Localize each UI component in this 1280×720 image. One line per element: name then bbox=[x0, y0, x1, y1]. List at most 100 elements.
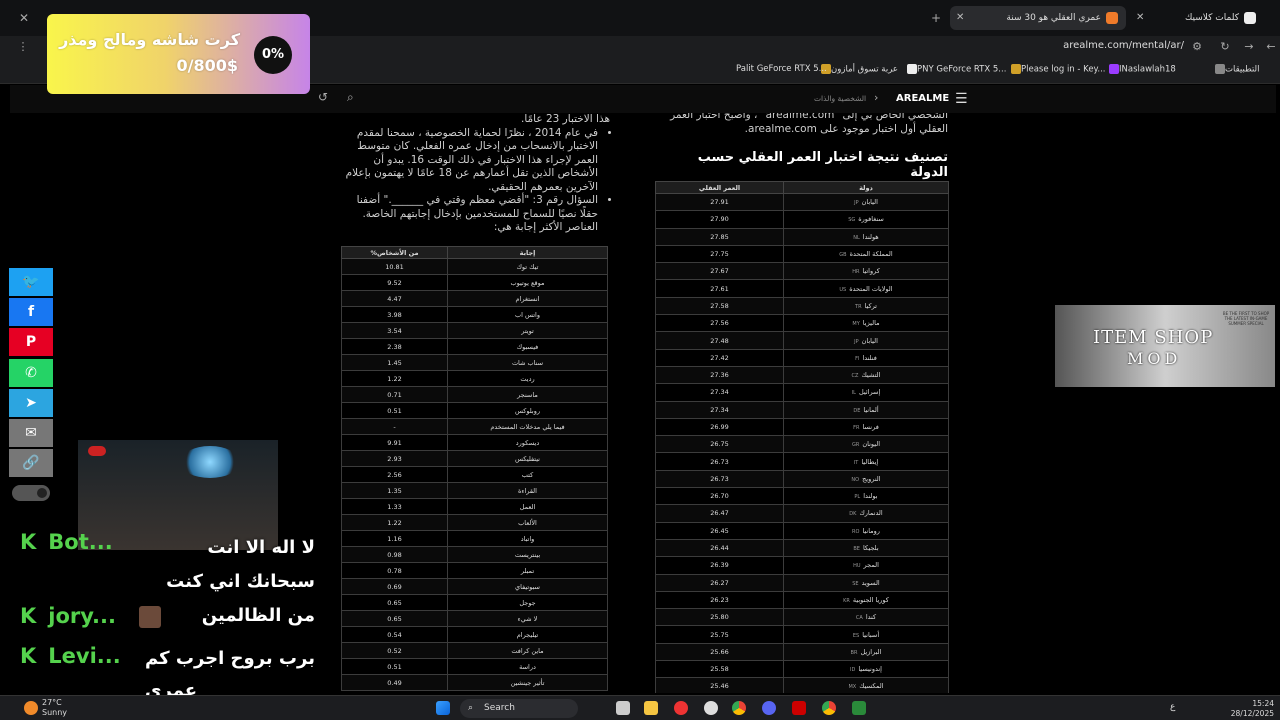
table-row: 1.22 رديت bbox=[341, 370, 608, 387]
tab-mental-age[interactable]: عمري العقلي هو 30 سنة ✕ bbox=[950, 6, 1126, 30]
site-logo[interactable]: AREALME bbox=[896, 93, 949, 104]
mental-age-cell: 25.58 bbox=[655, 660, 784, 679]
left-column-text: هذا الاختبار 23 عامًا. في عام 2014 ، نظر… bbox=[340, 113, 610, 235]
tab-close-icon[interactable]: ✕ bbox=[1136, 6, 1144, 30]
forward-icon[interactable]: → bbox=[1240, 38, 1258, 56]
chat-username: Levi... bbox=[48, 644, 121, 668]
telegram-share-button[interactable]: ➤ bbox=[9, 389, 53, 417]
chat-message: K Bot... bbox=[20, 530, 113, 554]
pinterest-icon: P bbox=[25, 334, 37, 350]
country-name: إسرائيل bbox=[858, 388, 881, 397]
bookmark-inaslawlah[interactable]: INaslawlah18 bbox=[1106, 64, 1176, 75]
tab-classic[interactable]: كلمات كلاسيك ✕ bbox=[1130, 6, 1264, 30]
mental-age-cell: 25.66 bbox=[655, 642, 784, 662]
tab-title: كلمات كلاسيك bbox=[1184, 13, 1239, 23]
mental-age-cell: 27.42 bbox=[655, 348, 784, 367]
back-icon[interactable]: ← bbox=[1262, 38, 1280, 56]
answer-cell: تويتر bbox=[447, 322, 608, 339]
bookmark-pny[interactable]: PNY GeForce RTX 5... bbox=[904, 64, 1006, 75]
pinterest-share-button[interactable]: P bbox=[9, 328, 53, 356]
bookmark-palit[interactable]: Palit GeForce RTX 5... bbox=[736, 64, 827, 74]
new-tab-button[interactable]: + bbox=[924, 6, 948, 30]
site-settings-icon[interactable]: ⚙ bbox=[1188, 38, 1206, 56]
table-row: 26.99 فرنساFR bbox=[655, 417, 949, 437]
country-cell: إيطالياIT bbox=[783, 452, 949, 471]
copy-link-button[interactable]: 🔗 bbox=[9, 449, 53, 477]
percent-cell: 3.54 bbox=[341, 322, 448, 339]
settings-icon[interactable] bbox=[704, 701, 718, 715]
task-view-icon[interactable] bbox=[616, 701, 630, 715]
xbox-icon[interactable] bbox=[852, 701, 866, 715]
taskbar-clock[interactable]: 15:24 28/12/2025 bbox=[1231, 699, 1274, 719]
percent-cell: 9.91 bbox=[341, 434, 448, 451]
item-shop-subtitle: MOD bbox=[1127, 349, 1182, 368]
percent-cell: 2.38 bbox=[341, 338, 448, 355]
video-frame-object bbox=[180, 446, 240, 478]
reload-icon[interactable]: ↻ bbox=[1216, 38, 1234, 56]
table-row: 1.22 الألعاب bbox=[341, 514, 608, 531]
table-row: 0.69 سبوتيفاي bbox=[341, 578, 608, 595]
country-code: CA bbox=[855, 615, 863, 622]
country-code: NL bbox=[853, 234, 860, 241]
donation-goal-card: كرت شاشه ومالح ومذر 0/800$ 0% bbox=[47, 14, 310, 94]
hamburger-icon[interactable]: ☰ bbox=[955, 91, 968, 107]
country-cell: النرويجNO bbox=[783, 469, 949, 489]
table-row: 25.75 أسبانياES bbox=[655, 625, 949, 644]
column-header-mental-age: العمر العقلي bbox=[655, 181, 784, 194]
answer-cell: نيتفليكس bbox=[447, 450, 608, 467]
percent-cell: 0.65 bbox=[341, 610, 448, 627]
menu-icon[interactable]: ⋮ bbox=[14, 38, 32, 56]
facebook-icon: f bbox=[27, 304, 35, 320]
table-row: 0.51 دراسة bbox=[341, 658, 608, 675]
whatsapp-share-button[interactable]: ✆ bbox=[9, 359, 53, 387]
url-field[interactable]: arealme.com/mental/ar/ bbox=[1063, 40, 1184, 51]
country-name: ألمانيا bbox=[863, 405, 879, 414]
table-row: 2.56 كتب bbox=[341, 466, 608, 483]
mental-age-cell: 26.27 bbox=[655, 573, 784, 592]
video-brand-badge bbox=[88, 446, 106, 456]
percent-cell: 2.56 bbox=[341, 466, 448, 483]
windows-icon[interactable] bbox=[436, 701, 450, 715]
breadcrumb[interactable]: الشخصية والذات bbox=[814, 94, 866, 103]
country-code: PL bbox=[854, 494, 861, 501]
answer-cell: ماين كرافت bbox=[447, 642, 608, 659]
table-row: 26.47 الدنماركDK bbox=[655, 504, 949, 523]
weather-widget[interactable]: 27°C Sunny bbox=[42, 698, 67, 718]
discord-icon[interactable] bbox=[762, 701, 776, 715]
bookmark-apps[interactable]: التطبيقات bbox=[1212, 64, 1260, 75]
history-icon[interactable]: ↺ bbox=[318, 90, 328, 104]
chrome-icon[interactable] bbox=[822, 701, 836, 715]
app-icon[interactable] bbox=[792, 701, 806, 715]
country-name: اليابان bbox=[861, 336, 878, 345]
bookmark-amazon[interactable]: عربة تسوق أمازون bbox=[818, 64, 898, 75]
twitter-share-button[interactable]: 🐦 bbox=[9, 268, 53, 296]
mental-age-cell: 26.45 bbox=[655, 521, 784, 540]
search-icon[interactable]: ⌕ bbox=[347, 90, 354, 105]
country-code: DK bbox=[849, 511, 857, 518]
intro-paragraph: الشخصي الخاص بي إلى "arealme.com" ، وأصب… bbox=[670, 113, 948, 135]
app-icon[interactable] bbox=[674, 701, 688, 715]
bookmark-keydrop[interactable]: Please log in - Key... bbox=[1008, 64, 1105, 75]
facebook-share-button[interactable]: f bbox=[9, 298, 53, 326]
twitter-icon: 🐦 bbox=[22, 274, 40, 290]
theme-toggle[interactable] bbox=[12, 485, 50, 501]
country-name: كوريا الجنوبية bbox=[852, 595, 889, 604]
close-window-icon[interactable]: ✕ bbox=[12, 6, 36, 30]
chrome-icon[interactable] bbox=[732, 701, 746, 715]
apps-icon bbox=[1215, 64, 1225, 74]
chat-username: Bot... bbox=[48, 530, 113, 554]
table-row: 27.34 إسرائيلIL bbox=[655, 383, 949, 402]
tab-close-icon[interactable]: ✕ bbox=[956, 6, 964, 30]
country-name: بلجيكا bbox=[862, 544, 879, 553]
answer-cell: تأثير جينشين bbox=[447, 674, 608, 691]
email-share-button[interactable]: ✉ bbox=[9, 419, 53, 447]
country-cell: الدنماركDK bbox=[783, 504, 949, 523]
percent-cell: 0.78 bbox=[341, 562, 448, 579]
table-row: 25.58 إندونيسياID bbox=[655, 660, 949, 679]
percent-cell: 0.52 bbox=[341, 642, 448, 659]
taskbar-search[interactable]: ⌕ Search bbox=[460, 699, 578, 718]
table-row: 0.49 تأثير جينشين bbox=[341, 674, 608, 691]
language-indicator[interactable]: ع bbox=[1170, 702, 1175, 712]
table-row: 1.33 العمل bbox=[341, 498, 608, 515]
file-explorer-icon[interactable] bbox=[644, 701, 658, 715]
